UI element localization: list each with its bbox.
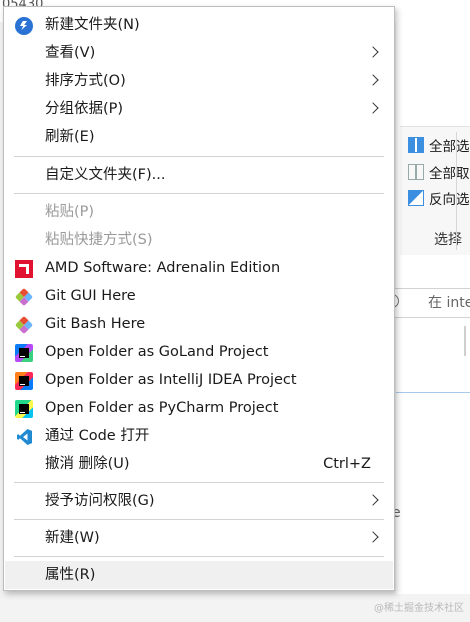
shortcut-label: Ctrl+Z bbox=[323, 456, 371, 472]
menu-item-refresh[interactable]: 刷新(E) bbox=[5, 123, 393, 151]
menu-item-label: 新建文件夹(N) bbox=[45, 17, 140, 33]
menu-item-label: 通过 Code 打开 bbox=[45, 428, 150, 444]
menu-item-label: 排序方式(O) bbox=[45, 73, 126, 89]
chevron-right-icon bbox=[367, 531, 379, 543]
column-divider bbox=[464, 326, 466, 356]
menu-item-paste-shortcut: 粘贴快捷方式(S) bbox=[5, 226, 393, 254]
goland-icon bbox=[15, 344, 33, 362]
menu-item-properties[interactable]: 属性(R) bbox=[5, 561, 393, 589]
invert-selection-label: 反向选 bbox=[429, 192, 470, 208]
intellij-idea-icon bbox=[15, 372, 33, 390]
pycharm-icon bbox=[15, 400, 33, 418]
menu-item-view[interactable]: 查看(V) bbox=[5, 39, 393, 67]
menu-item-sort-by[interactable]: 排序方式(O) bbox=[5, 67, 393, 95]
select-none-icon bbox=[408, 164, 424, 180]
menu-separator bbox=[14, 193, 384, 194]
menu-separator bbox=[14, 482, 384, 483]
ribbon-select-group: 全部选 全部取 反向选 选择 bbox=[400, 126, 470, 255]
menu-item-label: 授予访问权限(G) bbox=[45, 493, 155, 509]
select-none-button[interactable]: 全部取 bbox=[408, 162, 470, 182]
new-folder-icon bbox=[15, 17, 33, 35]
chevron-right-icon bbox=[367, 74, 379, 86]
menu-item-group-by[interactable]: 分组依据(P) bbox=[5, 95, 393, 123]
menu-item-new-folder[interactable]: 新建文件夹(N) bbox=[5, 11, 393, 39]
menu-item-open-intellij[interactable]: Open Folder as IntelliJ IDEA Project bbox=[5, 366, 393, 394]
menu-item-label: 粘贴(P) bbox=[45, 204, 95, 220]
menu-item-undo-delete[interactable]: 撤消 删除(U) Ctrl+Z bbox=[5, 450, 393, 478]
git-icon bbox=[14, 287, 34, 307]
menu-item-label: Git Bash Here bbox=[45, 316, 146, 332]
menu-item-label: 查看(V) bbox=[45, 45, 96, 61]
amd-icon bbox=[15, 260, 33, 278]
menu-item-label: 刷新(E) bbox=[45, 129, 95, 145]
header-divider bbox=[396, 392, 470, 393]
menu-item-open-pycharm[interactable]: Open Folder as PyCharm Project bbox=[5, 394, 393, 422]
menu-item-label: 自定义文件夹(F)... bbox=[45, 167, 166, 183]
menu-item-git-bash[interactable]: Git Bash Here bbox=[5, 310, 393, 338]
chevron-right-icon bbox=[367, 102, 379, 114]
chevron-right-icon bbox=[367, 494, 379, 506]
vscode-icon bbox=[15, 428, 33, 446]
menu-item-give-access[interactable]: 授予访问权限(G) bbox=[5, 487, 393, 515]
select-none-label: 全部取 bbox=[429, 166, 470, 182]
watermark: @稀土掘金技术社区 bbox=[374, 603, 464, 614]
chevron-right-icon bbox=[367, 46, 379, 58]
file-list-area bbox=[396, 394, 470, 594]
menu-item-label: Open Folder as IntelliJ IDEA Project bbox=[45, 372, 297, 388]
menu-item-open-goland[interactable]: Open Folder as GoLand Project bbox=[5, 338, 393, 366]
context-menu: 新建文件夹(N) 查看(V) 排序方式(O) 分组依据(P) 刷新(E) 自定义… bbox=[3, 6, 395, 591]
menu-item-label: Git GUI Here bbox=[45, 288, 136, 304]
menu-item-label: 属性(R) bbox=[45, 567, 96, 583]
menu-item-label: 分组依据(P) bbox=[45, 101, 124, 117]
invert-selection-icon bbox=[408, 190, 424, 206]
ribbon-divider bbox=[456, 132, 457, 250]
search-input[interactable]: 在 inte bbox=[428, 292, 470, 312]
menu-item-paste: 粘贴(P) bbox=[5, 198, 393, 226]
menu-item-label: 撤消 删除(U) bbox=[45, 456, 130, 472]
menu-item-label: Open Folder as PyCharm Project bbox=[45, 400, 279, 416]
menu-item-label: 粘贴快捷方式(S) bbox=[45, 232, 153, 248]
menu-item-git-gui[interactable]: Git GUI Here bbox=[5, 282, 393, 310]
menu-item-amd-software[interactable]: AMD Software: Adrenalin Edition bbox=[5, 254, 393, 282]
menu-item-new[interactable]: 新建(W) bbox=[5, 524, 393, 552]
menu-item-label: Open Folder as GoLand Project bbox=[45, 344, 269, 360]
select-all-label: 全部选 bbox=[429, 139, 470, 155]
git-icon bbox=[14, 315, 34, 335]
menu-item-open-with-code[interactable]: 通过 Code 打开 bbox=[5, 422, 393, 450]
invert-selection-button[interactable]: 反向选 bbox=[408, 188, 470, 208]
menu-item-label: 新建(W) bbox=[45, 530, 100, 546]
menu-item-label: AMD Software: Adrenalin Edition bbox=[45, 260, 281, 276]
ribbon-group-label: 选择 bbox=[434, 232, 462, 248]
menu-separator bbox=[14, 556, 384, 557]
select-all-icon bbox=[408, 137, 424, 153]
menu-item-customize-folder[interactable]: 自定义文件夹(F)... bbox=[5, 161, 393, 189]
select-all-button[interactable]: 全部选 bbox=[408, 135, 470, 155]
menu-separator bbox=[14, 519, 384, 520]
menu-separator bbox=[14, 156, 384, 157]
